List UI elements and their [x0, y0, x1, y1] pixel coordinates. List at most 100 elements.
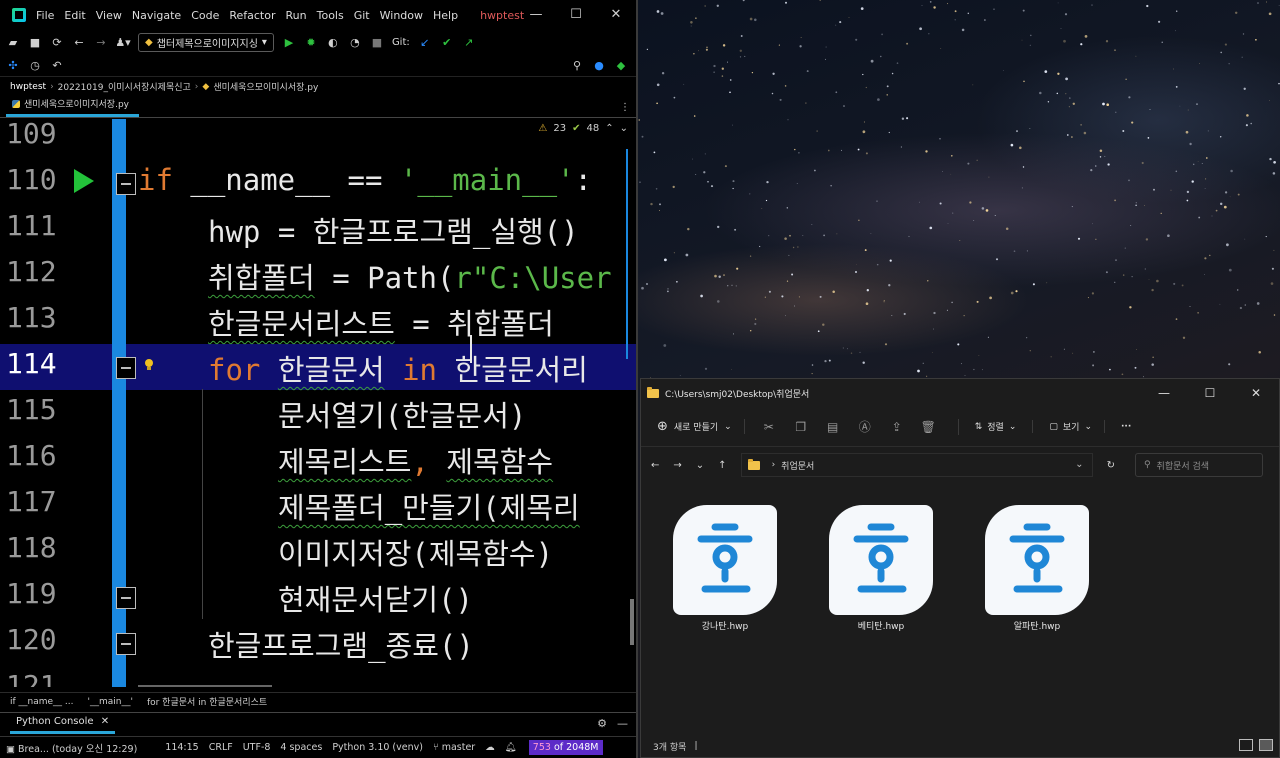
user-icon[interactable]: ♟▾ — [115, 35, 130, 49]
view-button[interactable]: ▢ 보기 ⌄ — [1049, 420, 1105, 433]
forward-arrow-icon[interactable]: → — [673, 460, 681, 471]
file-item[interactable]: 강나탄.hwp — [665, 505, 785, 632]
code-editor[interactable]: ⚠ 23 ✔ 48 ⌃ ⌄ 109 110 if __name__ == '__… — [0, 119, 636, 687]
menu-code[interactable]: Code — [191, 9, 219, 22]
chevron-down-icon[interactable]: ⌄ — [1075, 459, 1083, 470]
up-arrow-icon[interactable]: ↑ — [718, 460, 726, 471]
crumb-if[interactable]: if __name__ ... — [10, 697, 74, 707]
menu-run[interactable]: Run — [286, 9, 307, 22]
menu-window[interactable]: Window — [380, 9, 423, 22]
indent-setting[interactable]: 4 spaces — [280, 742, 322, 753]
cloud-icon[interactable]: ☁ — [485, 742, 495, 753]
profile-icon[interactable]: ◔ — [348, 35, 362, 49]
minimize-panel-icon[interactable]: — — [617, 717, 628, 730]
git-update-icon[interactable]: ↙ — [418, 35, 432, 49]
copy-icon[interactable]: ❐ — [793, 419, 809, 435]
back-arrow-icon[interactable]: ← — [651, 460, 659, 471]
close-button[interactable]: ✕ — [596, 0, 636, 30]
run-icon[interactable]: ▶ — [282, 35, 296, 49]
paste-icon[interactable]: ▤ — [825, 419, 841, 435]
python-interpreter[interactable]: Python 3.10 (venv) — [332, 742, 423, 753]
rename-icon[interactable]: Ⓐ — [857, 419, 873, 435]
chevron-down-icon[interactable]: ⌄ — [696, 460, 704, 471]
run-gutter-icon[interactable] — [74, 169, 94, 193]
breadcrumb-folder[interactable]: 20221019_이미시서장시제목신고 — [58, 80, 191, 93]
crumb-main[interactable]: '__main__' — [88, 697, 133, 707]
lightbulb-icon[interactable] — [144, 359, 154, 371]
menu-file[interactable]: File — [36, 9, 54, 22]
search-input[interactable]: ⚲ 취합문서 검색 — [1134, 453, 1263, 477]
view-label: 보기 — [1062, 423, 1080, 433]
line-separator[interactable]: CRLF — [209, 742, 233, 753]
menu-help[interactable]: Help — [433, 9, 458, 22]
git-branch[interactable]: ⑂ master — [433, 742, 475, 753]
details-view-icon[interactable] — [1239, 739, 1253, 751]
sort-button[interactable]: ⇅ 정렬 ⌄ — [975, 420, 1034, 433]
plugin-icon[interactable]: ◆ — [614, 58, 628, 72]
code-line-119: 현재문서닫기() — [278, 583, 473, 617]
string-literal: r"C:\User — [454, 261, 612, 295]
address-bar[interactable]: › 취업문서 ⌄ — [740, 453, 1093, 477]
breadcrumb-file[interactable]: 샌미세욱으모이미시서장.py — [213, 80, 318, 93]
open-folder-icon[interactable]: ▰ — [6, 35, 20, 49]
save-icon[interactable]: ■ — [28, 35, 42, 49]
new-button[interactable]: ⊕ 새로 만들기 ⌄ — [657, 419, 745, 434]
menu-view[interactable]: View — [96, 9, 122, 22]
git-commit-icon[interactable]: ✔ — [440, 35, 454, 49]
close-icon[interactable]: ✕ — [101, 716, 109, 727]
code-line-115: 문서열기(한글문서) — [278, 399, 527, 433]
notification-bell-icon[interactable]: 🔔︎ — [505, 742, 517, 753]
sync-icon[interactable]: ⟳ — [50, 35, 64, 49]
fold-marker-icon[interactable] — [116, 633, 136, 655]
fold-marker-icon[interactable] — [116, 357, 136, 379]
crumb-for[interactable]: for 한글문서 in 한글문서리스트 — [147, 695, 267, 708]
history-icon[interactable]: ◷ — [28, 58, 42, 72]
breadcrumb-project[interactable]: hwptest — [10, 82, 46, 92]
menu-refactor[interactable]: Refactor — [229, 9, 275, 22]
vcs-icon[interactable]: ✣ — [6, 58, 20, 72]
breakpoint-status[interactable]: ▣ Brea... (today 오신 12:29) — [6, 741, 137, 755]
back-arrow-icon[interactable]: ← — [72, 35, 86, 49]
fold-marker-icon[interactable] — [116, 173, 136, 195]
file-encoding[interactable]: UTF-8 — [243, 742, 271, 753]
tiles-view-icon[interactable] — [1259, 739, 1273, 751]
search-icon[interactable]: ⚲ — [570, 58, 584, 72]
fold-marker-icon[interactable] — [116, 587, 136, 609]
minimize-button[interactable]: — — [1141, 379, 1187, 407]
line-number: 115 — [6, 393, 57, 426]
menu-git[interactable]: Git — [354, 9, 370, 22]
memory-indicator[interactable]: 753 of 2048M — [528, 740, 603, 755]
delete-icon[interactable]: 🗑︎ — [921, 418, 959, 435]
forward-arrow-icon[interactable]: → — [94, 35, 108, 49]
window-controls: — ☐ ✕ — [516, 0, 636, 30]
maximize-button[interactable]: ☐ — [1187, 379, 1233, 407]
rollback-icon[interactable]: ↶ — [50, 58, 64, 72]
ide-updates-icon[interactable]: ● — [592, 58, 606, 72]
share-icon[interactable]: ⇪ — [889, 419, 905, 435]
file-explorer-window: C:\Users\smj02\Desktop\취업문서 — ☐ ✕ ⊕ 새로 만… — [640, 378, 1280, 758]
menu-edit[interactable]: Edit — [64, 9, 85, 22]
menu-tools[interactable]: Tools — [317, 9, 344, 22]
git-push-icon[interactable]: ↗ — [462, 35, 476, 49]
vertical-scrollbar[interactable] — [630, 599, 634, 645]
refresh-icon[interactable]: ↻ — [1107, 460, 1115, 471]
menu-navigate[interactable]: Navigate — [132, 9, 181, 22]
close-button[interactable]: ✕ — [1233, 379, 1279, 407]
coverage-icon[interactable]: ◐ — [326, 35, 340, 49]
tab-menu-icon[interactable]: ⋮ — [620, 102, 630, 113]
more-options-button[interactable]: ··· — [1121, 422, 1131, 432]
tab-active-file[interactable]: 샌미세욱으로이미지서장.py — [6, 97, 139, 117]
caret-position[interactable]: 114:15 — [165, 742, 198, 753]
stop-icon[interactable]: ■ — [370, 35, 384, 49]
horizontal-scrollbar[interactable] — [138, 685, 272, 687]
branch-label: master — [441, 742, 476, 753]
gear-icon[interactable]: ⚙ — [597, 717, 607, 730]
maximize-button[interactable]: ☐ — [556, 0, 596, 30]
cut-icon[interactable]: ✂ — [761, 419, 777, 435]
tab-python-console[interactable]: Python Console ✕ — [10, 716, 116, 734]
run-configuration-select[interactable]: ◆ 챕터제목으로이미지지싱 ▾ — [138, 32, 274, 52]
minimize-button[interactable]: — — [516, 0, 556, 30]
file-item[interactable]: 베티탄.hwp — [821, 505, 941, 632]
file-item[interactable]: 알파탄.hwp — [977, 505, 1097, 632]
debug-icon[interactable]: ✹ — [304, 35, 318, 49]
